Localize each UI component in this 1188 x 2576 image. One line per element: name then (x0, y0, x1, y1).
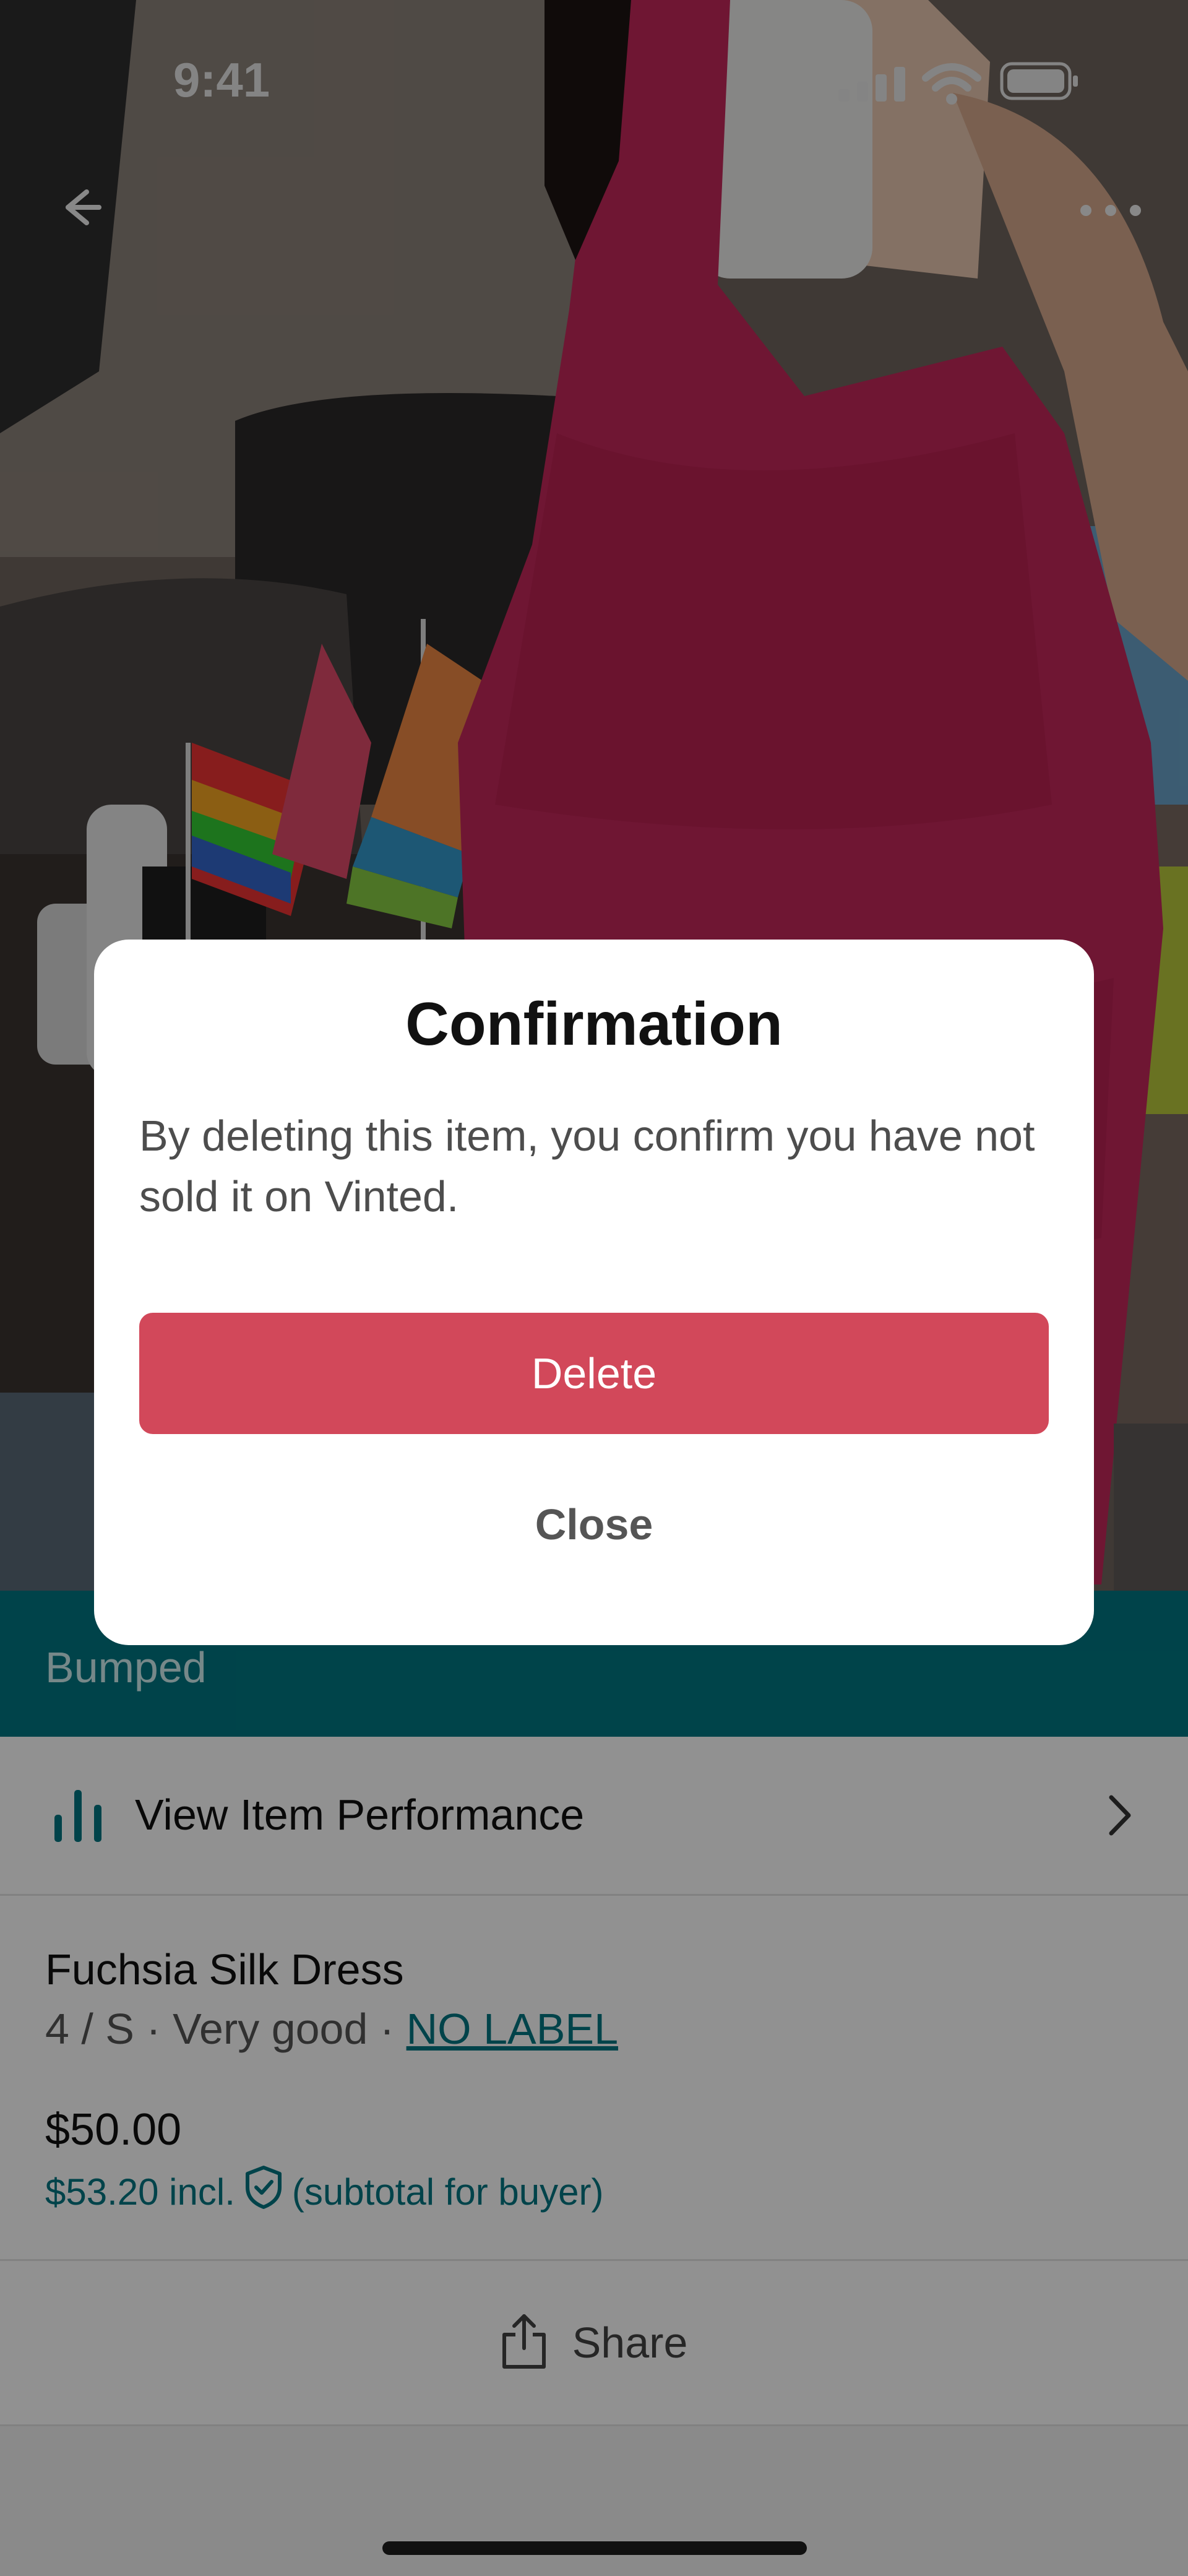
confirmation-dialog: Confirmation By deleting this item, you … (94, 940, 1094, 1645)
delete-button[interactable]: Delete (139, 1313, 1049, 1434)
dialog-message: By deleting this item, you confirm you h… (139, 1112, 1035, 1221)
home-indicator (382, 2541, 807, 2555)
dialog-title: Confirmation (405, 990, 783, 1058)
close-button[interactable]: Close (139, 1466, 1049, 1583)
